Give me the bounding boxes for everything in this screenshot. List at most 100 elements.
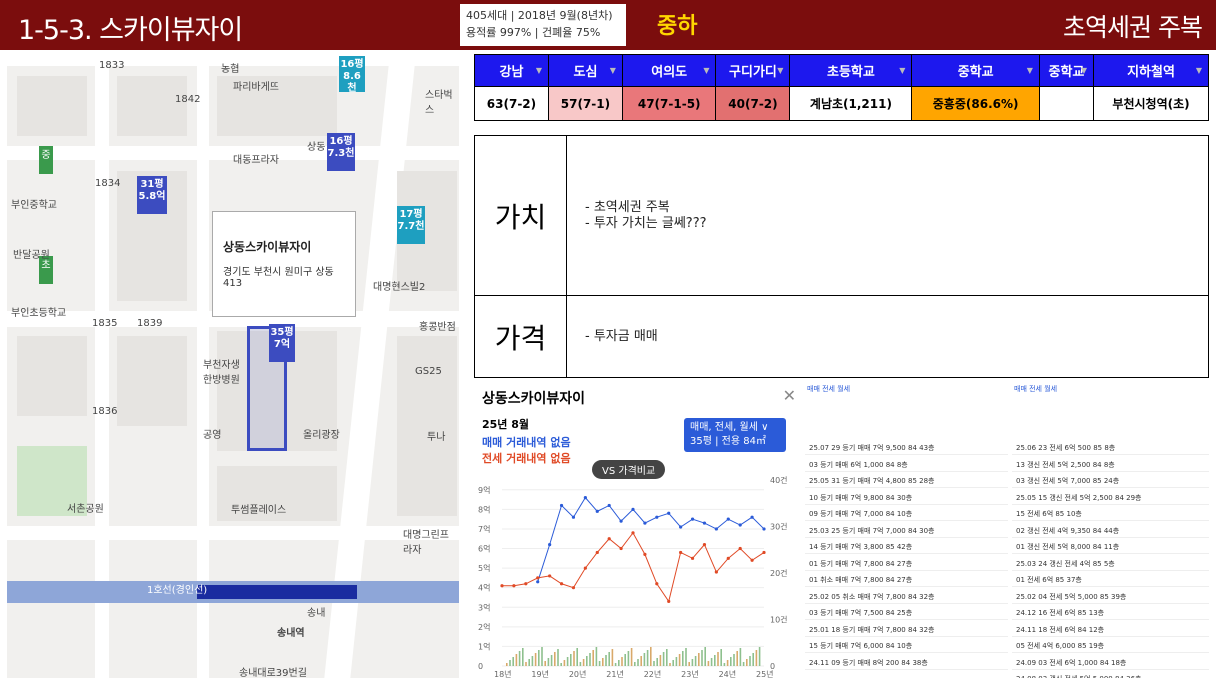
volume-bar xyxy=(534,653,537,666)
price-pin[interactable]: 16평 8.6천 xyxy=(339,56,365,94)
filter-arrow-icon[interactable]: ▼ xyxy=(1027,66,1033,75)
list-item: 25.06 23 전세 6억 500 85 8층 xyxy=(1012,442,1209,455)
filter-arrow-icon[interactable]: ▼ xyxy=(536,66,542,75)
cell-subway: 부천시청역(초) xyxy=(1093,86,1209,121)
volume-bar xyxy=(662,652,665,666)
complex-popup[interactable]: 상동스카이뷰자이 경기도 부천시 원미구 상동 413 xyxy=(212,211,356,317)
filter-arrow-icon[interactable]: ▼ xyxy=(703,66,709,75)
volume-bar xyxy=(694,656,697,666)
volume-bar xyxy=(624,654,626,666)
list-tabs[interactable]: 매매 전세 월세 xyxy=(807,384,850,394)
header-label: 중학교 xyxy=(1048,65,1085,80)
vs-compare-button[interactable]: VS 가격비교 xyxy=(592,460,666,479)
price-pin[interactable]: 16평 7.3천 xyxy=(327,133,355,171)
list-item: 25.02 04 전세 5억 5,000 85 39층 xyxy=(1012,591,1209,604)
cell-middle-2 xyxy=(1038,86,1095,121)
list-item: 25.05 15 갱신 전세 5억 2,500 84 29층 xyxy=(1012,492,1209,505)
list-item-text: 25.07 29 등기 매매 7억 9,500 84 43층 xyxy=(809,444,935,452)
list-item: 01 등기 매매 7억 7,800 84 27층 xyxy=(805,558,1008,571)
filter-arrow-icon[interactable]: ▼ xyxy=(777,66,783,75)
price-pin[interactable]: 17평 7.7천 xyxy=(397,206,425,244)
map-label: 1835 xyxy=(92,318,118,329)
volume-bar xyxy=(570,654,572,666)
price-pin[interactable]: 31평 5.8억 xyxy=(137,176,167,214)
volume-bar xyxy=(755,650,758,666)
volume-bar xyxy=(707,661,710,666)
volume-bar xyxy=(749,656,751,666)
list-item-text: 02 갱신 전세 4억 9,350 84 44층 xyxy=(1016,526,1120,535)
price-pin[interactable]: 35평 7억 xyxy=(269,324,295,362)
volume-bar xyxy=(701,650,703,666)
volume-bar xyxy=(544,661,546,666)
pin-price: 5.8억 xyxy=(138,191,166,202)
list-item-text: 24.08 03 갱신 전세 5억 5,000 84 36층 xyxy=(1012,674,1141,678)
building-block xyxy=(17,336,87,416)
header-middle-2[interactable]: 중학교 ▼ xyxy=(1038,54,1095,87)
list-item: 09 등기 매매 7억 7,000 84 10층 xyxy=(805,508,1008,521)
list-item-text: 25.01 18 등기 매매 7억 7,800 84 32층 xyxy=(809,625,935,634)
filter-arrow-icon[interactable]: ▼ xyxy=(1081,66,1087,75)
y-tick-label: 4억 xyxy=(478,583,490,593)
volume-bar xyxy=(630,648,633,666)
volume-bar xyxy=(608,652,610,666)
list-item: 01 취소 매매 7억 7,800 84 27층 xyxy=(805,574,1008,587)
volume-bar xyxy=(506,663,508,666)
volume-bar xyxy=(637,659,639,666)
price-text: - 투자금 매매 xyxy=(585,329,658,345)
list-tabs[interactable]: 매매 전세 월세 xyxy=(1014,384,1057,394)
list-item-text: 10 등기 매매 7억 9,800 84 30층 xyxy=(809,493,913,502)
map-label: 상동 xyxy=(307,142,326,153)
cell-downtown: 57(7-1) xyxy=(547,86,623,121)
y-tick-label: 2억 xyxy=(478,622,490,632)
header-gudi[interactable]: 구디가디 ▼ xyxy=(715,54,791,87)
map-view[interactable]: 16평 8.6천 16평 7.3천 31평 5.8억 17평 7.7천 35평 7억 중 … xyxy=(7,56,459,678)
volume-bar xyxy=(528,659,530,666)
volume-bar xyxy=(538,650,540,666)
map-label: 파리바게뜨 xyxy=(233,82,279,93)
volume-bar xyxy=(672,660,674,666)
volume-bar xyxy=(618,660,620,666)
y-tick-label: 6억 xyxy=(478,544,490,554)
volume-bar xyxy=(627,651,630,666)
list-item-text: 24.12 16 전세 6억 85 13층 xyxy=(1016,609,1105,617)
header-middle[interactable]: 중학교 ▼ xyxy=(911,54,1040,87)
series-line xyxy=(502,531,765,603)
list-item-text: 03 갱신 전세 5억 7,000 85 24층 xyxy=(1016,477,1120,485)
volume-bar xyxy=(643,653,646,666)
list-item-text: 25.03 25 등기 매매 7억 7,000 84 30층 xyxy=(809,526,935,535)
list-item: 24.09 03 전세 6억 1,000 84 18층 xyxy=(1012,657,1209,670)
volume-bar xyxy=(723,663,726,666)
header-gangnam[interactable]: 강남 ▼ xyxy=(474,54,549,87)
popup-name: 상동스카이뷰자이 xyxy=(223,240,312,254)
header-elementary[interactable]: 초등학교 ▼ xyxy=(789,54,913,87)
list-item: 10 등기 매매 7억 9,800 84 30층 xyxy=(805,492,1008,505)
volume-bar xyxy=(675,657,678,666)
filter-arrow-icon[interactable]: ▼ xyxy=(610,66,616,75)
price-chart-panel: 상동스카이뷰자이 ✕ 25년 8월 매매 거래내역 없음 전세 거래내역 없음 … xyxy=(474,380,802,678)
volume-bar xyxy=(685,648,687,666)
header-downtown[interactable]: 도심 ▼ xyxy=(547,54,623,87)
volume-bar xyxy=(666,649,668,666)
list-item-text: 01 갱신 전세 5억 8,000 84 11층 xyxy=(1016,543,1120,551)
list-item: 24.08 03 갱신 전세 5억 5,000 84 36층 xyxy=(1012,673,1209,678)
filter-arrow-icon[interactable]: ▼ xyxy=(1196,66,1202,75)
list-item-text: 25.06 23 전세 6억 500 85 8층 xyxy=(1016,444,1116,452)
volume-bar xyxy=(579,662,582,666)
volume-bar xyxy=(554,652,556,666)
map-label: 반달공원 xyxy=(13,250,50,261)
cell-gudi: 40(7-2) xyxy=(715,86,791,121)
list-item: 24.11 18 전세 6억 84 12층 xyxy=(1012,624,1209,637)
header-subway[interactable]: 지하철역 ▼ xyxy=(1093,54,1209,87)
header-label: 초등학교 xyxy=(827,65,875,80)
volume-bar xyxy=(602,658,604,666)
y-tick-label: 0 xyxy=(478,662,483,671)
volume-bar xyxy=(730,657,732,666)
map-label: 1833 xyxy=(99,60,125,71)
volume-bar xyxy=(509,660,511,666)
cell-elementary: 계남초(1,211) xyxy=(789,86,913,121)
header-yeouido[interactable]: 여의도 ▼ xyxy=(621,54,717,87)
pin-price: 7.3천 xyxy=(327,148,355,159)
filter-arrow-icon[interactable]: ▼ xyxy=(899,66,905,75)
y-tick-label: 3억 xyxy=(478,602,490,612)
volume-bar xyxy=(582,659,585,666)
